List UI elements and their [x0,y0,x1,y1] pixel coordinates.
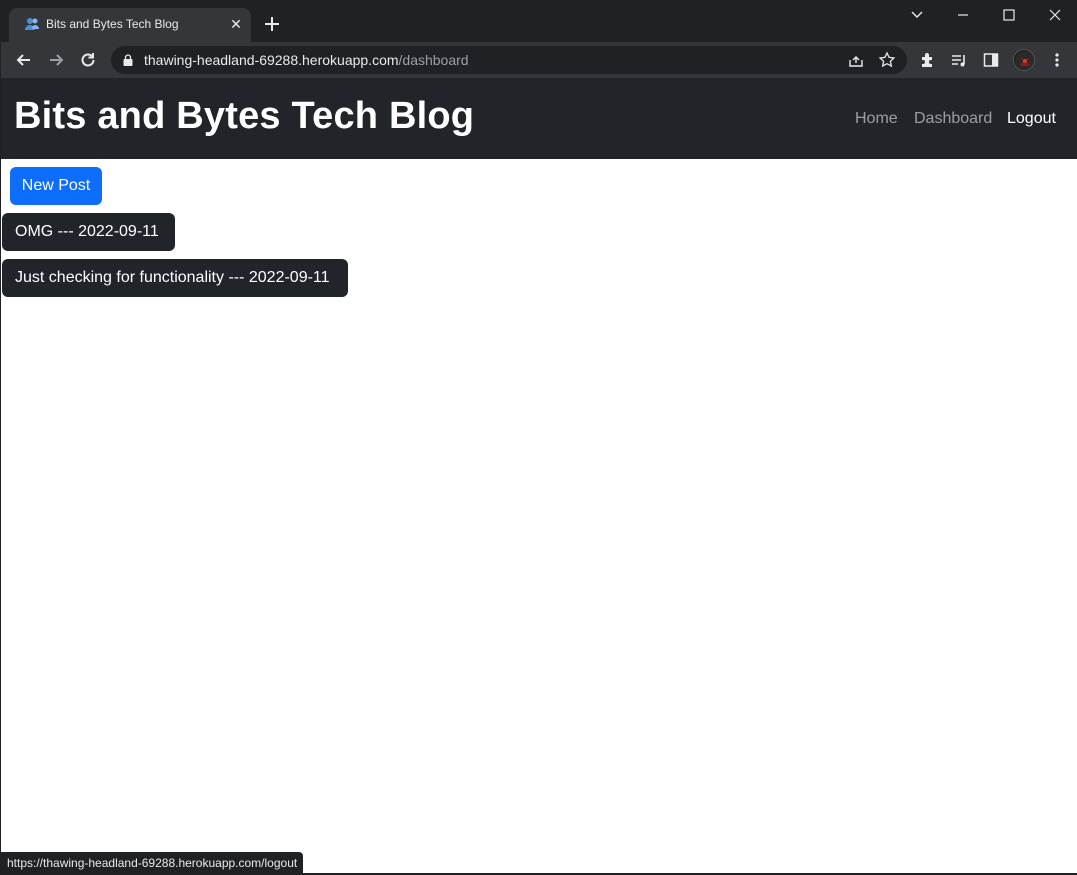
plus-icon[interactable] [262,14,282,34]
post-item[interactable]: OMG --- 2022-09-11 [2,213,175,251]
star-icon[interactable] [878,51,896,69]
back-icon[interactable] [14,50,34,70]
reading-list-icon[interactable] [950,51,968,69]
side-panel-icon[interactable] [982,51,1000,69]
tab-strip: Bits and Bytes Tech Blog ✕ [1,0,1077,42]
close-icon[interactable]: ✕ [227,15,245,33]
tab-title: Bits and Bytes Tech Blog [46,17,179,31]
browser-toolbar: thawing-headland-69288.herokuapp.com/das… [1,42,1077,78]
nav-link-dashboard[interactable]: Dashboard [914,110,992,128]
url-text: thawing-headland-69288.herokuapp.com/das… [144,52,469,68]
site-navbar: Bits and Bytes Tech Blog Home Dashboard … [1,78,1077,159]
chevron-down-icon[interactable] [903,6,931,24]
site-brand[interactable]: Bits and Bytes Tech Blog [14,95,474,138]
minimize-icon[interactable] [949,6,977,24]
maximize-icon[interactable] [995,6,1023,24]
favicon-users-icon [25,18,39,30]
new-post-button[interactable]: New Post [10,167,102,205]
status-bar-url: https://thawing-headland-69288.herokuapp… [1,852,304,874]
post-item[interactable]: Just checking for functionality --- 2022… [2,259,348,297]
browser-tab[interactable]: Bits and Bytes Tech Blog ✕ [9,8,251,42]
profile-avatar[interactable] [1013,49,1035,71]
share-icon[interactable] [847,51,865,69]
reload-icon[interactable] [78,50,98,70]
close-window-icon[interactable] [1041,6,1069,24]
forward-icon[interactable] [46,50,66,70]
lock-icon[interactable] [123,54,133,66]
extensions-icon[interactable] [919,51,937,69]
address-bar[interactable]: thawing-headland-69288.herokuapp.com/das… [111,46,907,74]
nav-link-logout[interactable]: Logout [1007,110,1056,128]
nav-link-home[interactable]: Home [855,110,898,128]
menu-dots-icon[interactable] [1048,51,1066,69]
